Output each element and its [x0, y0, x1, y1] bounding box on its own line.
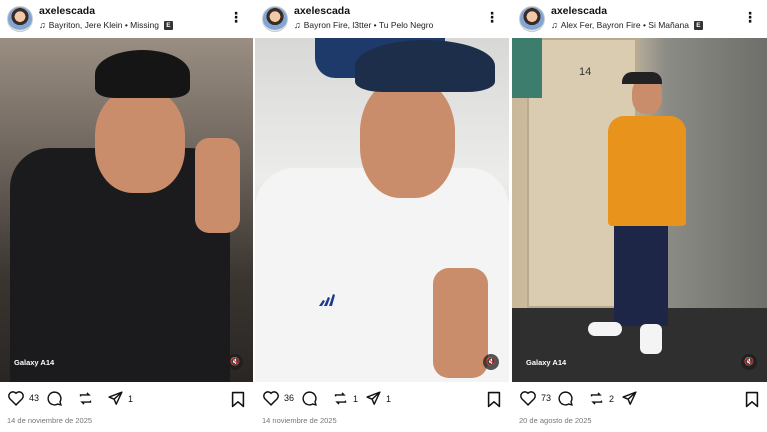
cap	[355, 40, 495, 92]
repost-count: 2	[609, 393, 615, 404]
avatar[interactable]	[519, 6, 545, 32]
post-image[interactable]: Galaxy A14 🔇	[0, 38, 253, 382]
share-count: 1	[386, 393, 392, 404]
bookmark-action[interactable]	[745, 391, 759, 413]
comment-action[interactable]	[557, 390, 574, 407]
comment-action[interactable]	[46, 390, 63, 407]
post-image[interactable]: 14 Galaxy A14 🔇	[512, 38, 767, 382]
bookmark-action[interactable]	[231, 391, 245, 413]
comment-action[interactable]	[301, 390, 318, 407]
comment-icon[interactable]	[301, 390, 318, 407]
like-count: 36	[284, 393, 295, 403]
explicit-badge: E	[693, 20, 703, 30]
device-label: Galaxy A14	[14, 358, 55, 367]
mute-icon[interactable]: 🔇	[483, 354, 499, 370]
post-actions: 43 1	[0, 388, 253, 412]
share-count: 1	[128, 393, 134, 404]
music-info[interactable]: ♫ Bayron Fire, l3tter • Tu Pelo Negro	[294, 20, 433, 30]
comment-icon[interactable]	[46, 390, 63, 407]
post-3: axelescada ♫ Alex Fer, Bayron Fire • Si …	[512, 0, 767, 432]
door-number: 14	[579, 66, 592, 78]
post-date: 20 de agosto de 2025	[519, 416, 592, 425]
post-date: 14 noviembre de 2025	[262, 416, 337, 425]
username[interactable]: axelescada	[294, 5, 350, 17]
person-pants	[614, 226, 668, 326]
music-label: Bayron Fire, l3tter • Tu Pelo Negro	[303, 20, 434, 30]
share-action[interactable]	[621, 390, 638, 407]
more-icon[interactable]: ⋮	[743, 10, 757, 24]
more-icon[interactable]: ⋮	[229, 10, 243, 24]
explicit-badge: E	[163, 20, 173, 30]
mute-icon[interactable]: 🔇	[741, 354, 757, 370]
music-note-icon: ♫	[39, 20, 46, 30]
like-action[interactable]: 73	[519, 390, 551, 406]
share-icon[interactable]	[107, 390, 124, 407]
hair	[622, 72, 662, 84]
hand	[433, 268, 488, 378]
hand	[195, 138, 240, 233]
repost-action[interactable]	[77, 390, 94, 407]
mute-icon[interactable]: 🔇	[227, 354, 243, 370]
cap	[95, 50, 190, 98]
more-icon[interactable]: ⋮	[485, 10, 499, 24]
share-action[interactable]: 1	[107, 390, 133, 407]
post-1: axelescada ♫ Bayriton, Jere Klein • Miss…	[0, 0, 253, 432]
repost-count: 1	[353, 393, 359, 404]
music-label: Alex Fer, Bayron Fire • Si Mañana	[560, 20, 689, 30]
bookmark-icon[interactable]	[745, 391, 759, 408]
share-action[interactable]: 1	[365, 390, 391, 407]
username[interactable]: axelescada	[39, 5, 95, 17]
post-actions: 73 2	[512, 388, 767, 412]
post-header: axelescada ♫ Bayron Fire, l3tter • Tu Pe…	[255, 0, 509, 38]
device-label: Galaxy A14	[526, 358, 567, 367]
avatar[interactable]	[262, 6, 288, 32]
bookmark-action[interactable]	[487, 391, 501, 413]
like-count: 43	[29, 393, 40, 403]
post-actions: 36 1 1	[255, 388, 509, 412]
music-info[interactable]: ♫ Bayriton, Jere Klein • Missing E	[39, 20, 173, 30]
share-icon[interactable]	[365, 390, 382, 407]
repost-icon[interactable]	[77, 390, 94, 407]
towel	[512, 38, 542, 98]
comment-icon[interactable]	[557, 390, 574, 407]
post-image[interactable]: 🔇	[255, 38, 509, 382]
post-header: axelescada ♫ Alex Fer, Bayron Fire • Si …	[512, 0, 767, 38]
repost-action[interactable]: 1	[332, 390, 358, 407]
music-note-icon: ♫	[551, 20, 558, 30]
repost-action[interactable]: 2	[588, 390, 614, 407]
music-label: Bayriton, Jere Klein • Missing	[48, 20, 159, 30]
person-head	[95, 88, 185, 193]
music-note-icon: ♫	[294, 20, 301, 30]
post-date: 14 de noviembre de 2025	[7, 416, 93, 425]
heart-icon[interactable]	[519, 390, 537, 406]
adidas-logo	[317, 293, 339, 307]
person-head	[360, 78, 455, 198]
share-icon[interactable]	[621, 390, 638, 407]
bookmark-icon[interactable]	[487, 391, 501, 408]
username[interactable]: axelescada	[551, 5, 607, 17]
music-info[interactable]: ♫ Alex Fer, Bayron Fire • Si Mañana E	[551, 20, 703, 30]
like-action[interactable]: 36	[262, 390, 294, 406]
right-shoe	[640, 324, 662, 354]
repost-icon[interactable]	[588, 390, 605, 407]
post-header: axelescada ♫ Bayriton, Jere Klein • Miss…	[0, 0, 253, 38]
avatar[interactable]	[7, 6, 33, 32]
post-2: axelescada ♫ Bayron Fire, l3tter • Tu Pe…	[255, 0, 509, 432]
like-count: 73	[541, 393, 552, 403]
left-shoe	[588, 322, 622, 336]
like-action[interactable]: 43	[7, 390, 39, 406]
person-jacket	[608, 116, 686, 226]
heart-icon[interactable]	[7, 390, 25, 406]
repost-icon[interactable]	[332, 390, 349, 407]
bookmark-icon[interactable]	[231, 391, 245, 408]
heart-icon[interactable]	[262, 390, 280, 406]
